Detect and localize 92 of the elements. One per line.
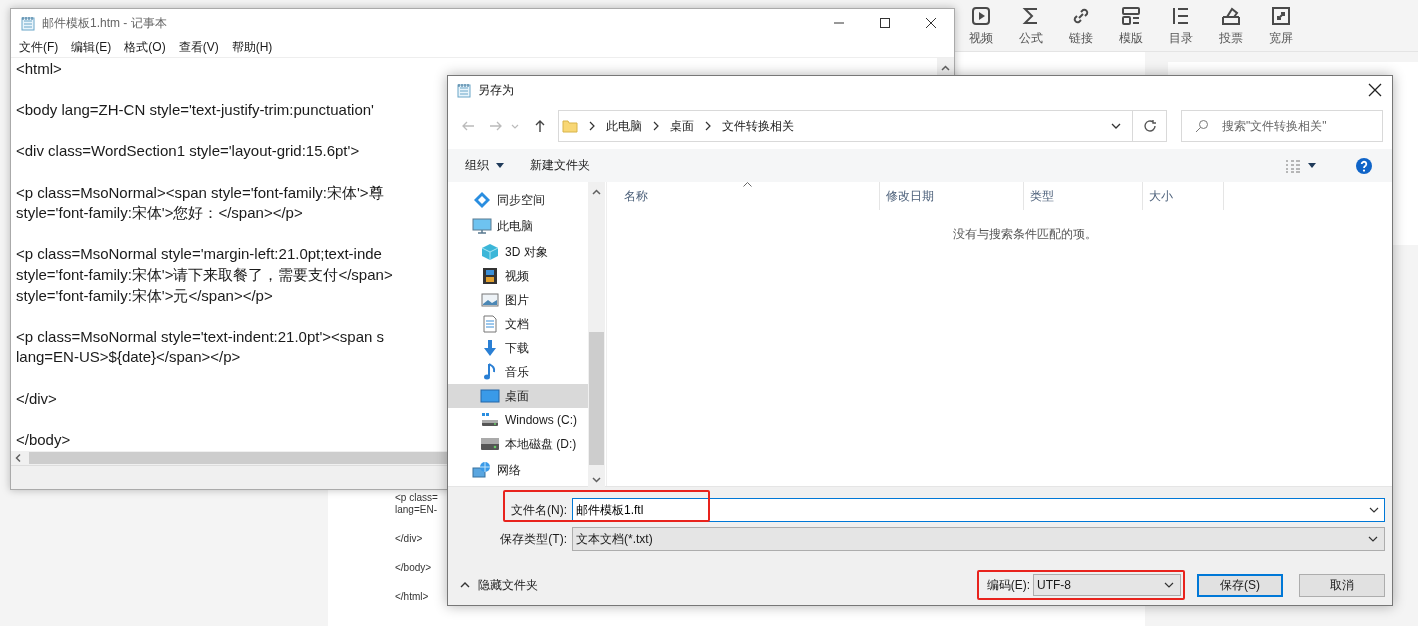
address-bar[interactable]: 此电脑 桌面 文件转换相关: [558, 110, 1133, 142]
code-line: <p class=: [395, 492, 438, 504]
layout-icon: [1120, 4, 1142, 27]
chevron-right-icon: [652, 120, 660, 132]
new-folder-button[interactable]: 新建文件夹: [522, 153, 598, 178]
column-header[interactable]: 名称: [607, 182, 880, 210]
fullscreen-icon: [1270, 4, 1292, 27]
toolbar-button[interactable]: 视频: [965, 4, 997, 47]
save-button[interactable]: 保存(S): [1197, 573, 1283, 597]
video-icon: [970, 4, 992, 27]
list-view-icon: [1285, 158, 1301, 173]
menu-item[interactable]: 编辑(E): [71, 38, 112, 56]
text-line: </body>: [16, 429, 71, 450]
nav-item[interactable]: Windows (C:): [448, 408, 588, 432]
film-icon: [480, 266, 500, 286]
dialog-title: 另存为: [478, 81, 514, 99]
help-icon[interactable]: [1356, 157, 1372, 174]
close-icon[interactable]: [1368, 83, 1382, 97]
text-line: </div>: [16, 388, 57, 409]
breadcrumb-item[interactable]: 此电脑: [606, 117, 642, 135]
text-line: lang=EN-US>${date}</span></p>: [16, 347, 241, 368]
breadcrumb-item[interactable]: 桌面: [670, 117, 694, 135]
nav-item[interactable]: 此电脑: [448, 214, 588, 238]
hide-folders-button[interactable]: 隐藏文件夹: [460, 576, 538, 594]
search-icon: [1195, 119, 1209, 133]
nav-item[interactable]: 音乐: [448, 360, 588, 384]
field-label: 编码(E):: [986, 576, 1030, 594]
text-line: style='font-family:宋体'>您好：</span></p>: [16, 203, 303, 224]
nav-item[interactable]: 本地磁盘 (D:): [448, 432, 588, 456]
text-line: <p class=MsoNormal style='margin-left:21.0pt;text-inde: [16, 244, 382, 265]
encoding-dropdown[interactable]: UTF-8: [1033, 574, 1181, 596]
caret-icon: [496, 163, 504, 168]
column-header[interactable]: 类型: [1024, 182, 1143, 210]
toolbar-button[interactable]: 公式: [1015, 4, 1047, 47]
menu-item[interactable]: 文件(F): [19, 38, 59, 56]
monitor-icon: [472, 216, 492, 236]
column-header[interactable]: 大小: [1143, 182, 1224, 210]
nav-item[interactable]: 视频: [448, 264, 588, 288]
toolbar-button[interactable]: 链接: [1065, 4, 1097, 47]
nav-item[interactable]: 下载: [448, 336, 588, 360]
code-line: lang=EN-: [395, 504, 437, 516]
code-line: </html>: [395, 591, 429, 603]
document-icon: [480, 314, 500, 334]
nav-item[interactable]: 桌面: [448, 384, 588, 408]
text-line: <p class=MsoNormal style='text-indent:21.0pt'><span s: [16, 326, 384, 347]
toolbar-button[interactable]: 投票: [1215, 4, 1247, 47]
notepad-icon: [20, 15, 36, 31]
text-line: style='font-family:宋体'>元</span></p>: [16, 285, 273, 306]
globe-monitor-icon: [472, 460, 492, 480]
menu-item[interactable]: 帮助(H): [231, 38, 273, 56]
column-header[interactable]: 修改日期: [880, 182, 1024, 210]
window-title: 邮件模板1.htm - 记事本: [42, 14, 167, 32]
field-label: 文件名(N):: [510, 501, 568, 519]
toolbar-button[interactable]: 模版: [1115, 4, 1147, 47]
text-line: <div class=WordSection1 style='layout-grid:15.6pt'>: [16, 141, 360, 162]
desktop-icon: [480, 386, 500, 406]
menu-item[interactable]: 格式(O): [124, 38, 166, 56]
breadcrumb-item[interactable]: 文件转换相关: [722, 117, 794, 135]
toolbar-button[interactable]: 宽屏: [1265, 4, 1297, 47]
code-line: </div>: [395, 533, 423, 545]
nav-item[interactable]: 网络: [448, 458, 588, 482]
nav-item[interactable]: 图片: [448, 288, 588, 312]
sort-caret-icon: [743, 182, 752, 187]
code-line: </body>: [395, 562, 432, 574]
refresh-button[interactable]: [1133, 110, 1167, 142]
chevron-up-icon: [460, 581, 470, 589]
cube-icon: [480, 242, 500, 262]
filename-field[interactable]: 邮件模板1.ftl: [572, 498, 1385, 522]
file-type-dropdown[interactable]: 文本文档(*.txt): [572, 527, 1385, 551]
nav-item[interactable]: 文档: [448, 312, 588, 336]
chevron-right-icon: [588, 120, 596, 132]
organize-button[interactable]: 组织: [457, 153, 512, 178]
nav-item[interactable]: 3D 对象: [448, 240, 588, 264]
diamond-icon: [472, 190, 492, 210]
chevron-right-icon: [704, 120, 712, 132]
menu-item[interactable]: 查看(V): [178, 38, 219, 56]
folder-icon: [562, 118, 578, 134]
caret-icon: [1308, 163, 1316, 168]
notepad-icon: [456, 82, 472, 98]
vertical-scrollbar[interactable]: [588, 182, 605, 490]
refresh-icon: [1142, 119, 1157, 133]
image-icon: [480, 290, 500, 310]
text-line: <html>: [16, 59, 62, 79]
text-line: <body lang=ZH-CN style='text-justify-trim:punctuation': [16, 100, 374, 121]
empty-message: 没有与搜索条件匹配的项。: [951, 226, 1098, 243]
toolbar-button[interactable]: 目录: [1165, 4, 1197, 47]
cancel-button[interactable]: 取消: [1299, 573, 1385, 597]
text-line: style='font-family:宋体'>请下来取餐了，需要支付</span>: [16, 264, 393, 285]
search-field[interactable]: 搜索"文件转换相关": [1181, 110, 1383, 142]
field-label: 保存类型(T):: [499, 530, 568, 548]
text-line: <p class=MsoNormal><span style='font-family:宋体'>尊: [16, 182, 384, 203]
nav-item[interactable]: 同步空间: [448, 188, 588, 212]
